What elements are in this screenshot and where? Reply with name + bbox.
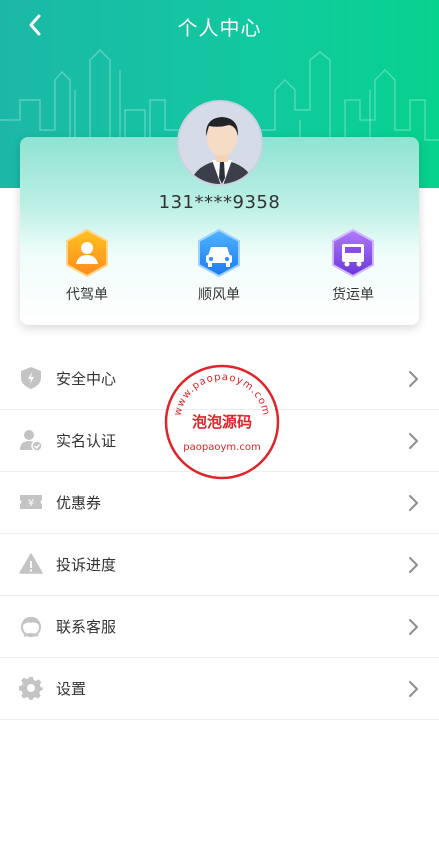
coupon-icon: ¥	[20, 495, 42, 509]
shield-icon	[21, 367, 41, 389]
menu-item-coupons[interactable]: ¥ 优惠券	[0, 472, 439, 534]
service-label: 代驾单	[66, 287, 108, 303]
user-avatar-icon	[179, 102, 261, 184]
menu-item-settings[interactable]: 设置	[0, 658, 439, 720]
gear-icon	[19, 677, 43, 700]
menu-label: 投诉进度	[56, 556, 117, 574]
page-title: 个人中心	[177, 16, 262, 40]
chevron-right-icon	[409, 681, 418, 697]
watermark-middle-text: 泡泡源码	[192, 413, 252, 431]
svg-text:¥: ¥	[28, 498, 34, 509]
menu-label: 实名认证	[56, 432, 117, 450]
service-driver-orders[interactable]: 代驾单	[47, 228, 127, 304]
chevron-right-icon	[409, 619, 418, 635]
chevron-right-icon	[409, 495, 418, 511]
car-icon	[198, 228, 240, 278]
warning-icon	[19, 553, 43, 574]
watermark-bottom-text: paopaoym.com	[183, 442, 260, 453]
service-label: 货运单	[332, 287, 374, 303]
phone-number: 131****9358	[158, 192, 281, 213]
menu-label: 设置	[56, 680, 87, 698]
menu-item-customer-service[interactable]: 联系客服	[0, 596, 439, 658]
menu-label: 联系客服	[56, 618, 117, 636]
user-verify-icon	[20, 430, 43, 452]
chevron-right-icon	[409, 433, 418, 449]
menu-label: 优惠券	[56, 494, 102, 512]
customer-service-icon	[21, 617, 41, 637]
driver-icon	[66, 228, 108, 278]
user-avatar[interactable]	[177, 100, 263, 186]
service-label: 顺风单	[198, 287, 240, 303]
service-freight-orders[interactable]: 货运单	[313, 228, 393, 304]
menu-item-complaint-progress[interactable]: 投诉进度	[0, 534, 439, 596]
chevron-right-icon	[409, 371, 418, 387]
menu-label: 安全中心	[56, 370, 117, 388]
watermark-stamp: www.paopaoym.com 泡泡源码 paopaoym.com	[164, 364, 280, 480]
truck-icon	[332, 228, 374, 278]
chevron-right-icon	[409, 557, 418, 573]
service-ride-orders[interactable]: 顺风单	[179, 228, 259, 304]
